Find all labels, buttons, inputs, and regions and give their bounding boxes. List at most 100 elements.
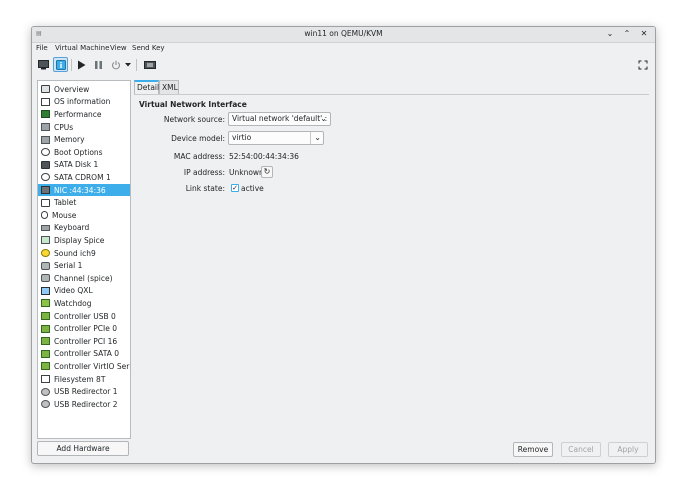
sidebar-item[interactable]: Controller VirtIO Serial 0 (38, 360, 130, 373)
sidebar-item[interactable]: SATA CDROM 1 (38, 171, 130, 184)
sidebar-item-label: USB Redirector 1 (54, 387, 118, 397)
sidebar-item[interactable]: Mouse (38, 209, 130, 222)
sidebar-item[interactable]: Sound ich9 (38, 247, 130, 260)
menu-file[interactable]: File (35, 43, 49, 54)
tab-details[interactable]: Details (134, 80, 163, 94)
details-button[interactable] (53, 57, 68, 72)
sidebar-item-label: Watchdog (54, 298, 92, 308)
details-info-icon (55, 59, 66, 70)
sidebar-item[interactable]: Controller PCI 16 (38, 335, 130, 348)
sidebar-item[interactable]: OS information (38, 96, 130, 109)
nic-icon (41, 186, 50, 195)
network-source-label: Network source: (163, 115, 225, 124)
device-model-label: Device model: (171, 134, 225, 143)
mac-address-value: 52:54:00:44:34:36 (229, 152, 299, 161)
sidebar-item[interactable]: Boot Options (38, 146, 130, 159)
tab-xml[interactable]: XML (159, 80, 179, 94)
add-hardware-button[interactable]: Add Hardware (37, 441, 129, 456)
link-state-value: active (241, 184, 264, 193)
maximize-chevron-icon[interactable]: ⌃ (621, 28, 633, 40)
disk-icon (41, 160, 50, 169)
device-model-value: virtio (232, 133, 252, 142)
fullscreen-button[interactable] (635, 57, 650, 72)
fs-icon (41, 375, 50, 384)
screenshot-button[interactable] (142, 57, 157, 72)
device-model-combo[interactable]: virtio ⌄ (228, 131, 324, 145)
pause-button[interactable] (91, 57, 106, 72)
details-panel: Virtual Network Interface Network source… (134, 94, 649, 459)
sidebar-item[interactable]: USB Redirector 2 (38, 398, 130, 411)
sidebar-item[interactable]: NIC :44:34:36 (38, 183, 130, 197)
link-state-label: Link state: (185, 184, 225, 193)
sidebar-item[interactable]: Filesystem 8T (38, 373, 130, 386)
sidebar-item[interactable]: Watchdog (38, 297, 130, 310)
pause-icon (95, 60, 102, 69)
section-title: Virtual Network Interface (139, 100, 247, 109)
apply-button[interactable]: Apply (608, 442, 648, 457)
chevron-down-icon[interactable]: ⌄ (310, 132, 321, 144)
ip-address-label: IP address: (183, 168, 225, 177)
ctrl-icon (41, 312, 50, 321)
window-title: win11 on QEMU/KVM (304, 29, 383, 38)
cd-icon (41, 173, 50, 182)
sidebar-item-label: SATA CDROM 1 (54, 172, 111, 182)
close-icon[interactable]: ✕ (638, 28, 650, 40)
sidebar-item-label: Mouse (52, 210, 77, 220)
sidebar-item[interactable]: Controller SATA 0 (38, 348, 130, 361)
sidebar-item-label: Serial 1 (54, 261, 83, 271)
ctrl-icon (41, 362, 50, 371)
sidebar-item[interactable]: Tablet (38, 196, 130, 209)
hardware-list[interactable]: Overview OS information Performance CPUs Mem… (37, 80, 131, 439)
chip-icon (41, 123, 50, 132)
refresh-ip-button[interactable]: ↻ (261, 166, 273, 178)
console-button[interactable] (36, 57, 51, 72)
sidebar-item[interactable]: Serial 1 (38, 259, 130, 272)
sidebar-item-label: Controller SATA 0 (54, 349, 120, 359)
network-source-select[interactable]: Virtual network 'default' : NAT ⌄ (228, 112, 331, 126)
kbd-icon (41, 224, 50, 231)
power-icon (111, 60, 120, 69)
display-icon (41, 236, 50, 245)
sidebar-item[interactable]: Overview (38, 83, 130, 96)
sidebar-item[interactable]: SATA Disk 1 (38, 159, 130, 172)
fullscreen-icon (638, 60, 647, 69)
link-state-checkbox[interactable]: ✓ (231, 184, 239, 192)
sidebar-item[interactable]: Memory (38, 133, 130, 146)
shutdown-menu-button[interactable] (123, 57, 132, 72)
menu-send-key[interactable]: Send Key (131, 43, 166, 54)
menu-view[interactable]: View (109, 43, 128, 54)
mouse-icon (41, 211, 48, 220)
chevron-down-icon: ⌄ (320, 114, 327, 123)
sidebar-item[interactable]: CPUs (38, 121, 130, 134)
menu-bar: File Virtual Machine View Send Key (32, 43, 655, 54)
minimize-chevron-icon[interactable]: ⌄ (604, 28, 616, 40)
title-bar[interactable]: ▤ win11 on QEMU/KVM ⌄ ⌃ ✕ (32, 27, 655, 43)
menu-virtual-machine[interactable]: Virtual Machine (54, 43, 110, 54)
sidebar-item[interactable]: Controller PCIe 0 (38, 322, 130, 335)
sidebar-item[interactable]: Controller USB 0 (38, 310, 130, 323)
network-source-value: Virtual network 'default' : NAT (232, 114, 330, 123)
sidebar-item[interactable]: Channel (spice) (38, 272, 130, 285)
sidebar-item-label: Filesystem 8T (54, 374, 106, 384)
sidebar-item-label: NIC :44:34:36 (54, 185, 106, 195)
ctrl-icon (41, 349, 50, 358)
sidebar-item[interactable]: Display Spice (38, 234, 130, 247)
sidebar-item-label: Keyboard (54, 223, 90, 233)
serial-icon (41, 261, 50, 270)
sidebar-item-label: Controller USB 0 (54, 311, 116, 321)
info-icon (41, 97, 50, 106)
sidebar-item[interactable]: USB Redirector 1 (38, 385, 130, 398)
sidebar-item-label: USB Redirector 2 (54, 399, 118, 409)
sidebar-item[interactable]: Performance (38, 108, 130, 121)
ip-address-value: Unknown (229, 168, 264, 177)
cancel-button[interactable]: Cancel (561, 442, 601, 457)
remove-button[interactable]: Remove (513, 442, 553, 457)
play-icon (78, 60, 86, 69)
sidebar-item[interactable]: Video QXL (38, 285, 130, 298)
sidebar-item[interactable]: Keyboard (38, 222, 130, 235)
ctrl-icon (41, 324, 50, 333)
shutdown-button[interactable] (108, 57, 123, 72)
sidebar-item-label: Display Spice (54, 235, 105, 245)
run-button[interactable] (74, 57, 89, 72)
sidebar-item-label: OS information (54, 97, 111, 107)
